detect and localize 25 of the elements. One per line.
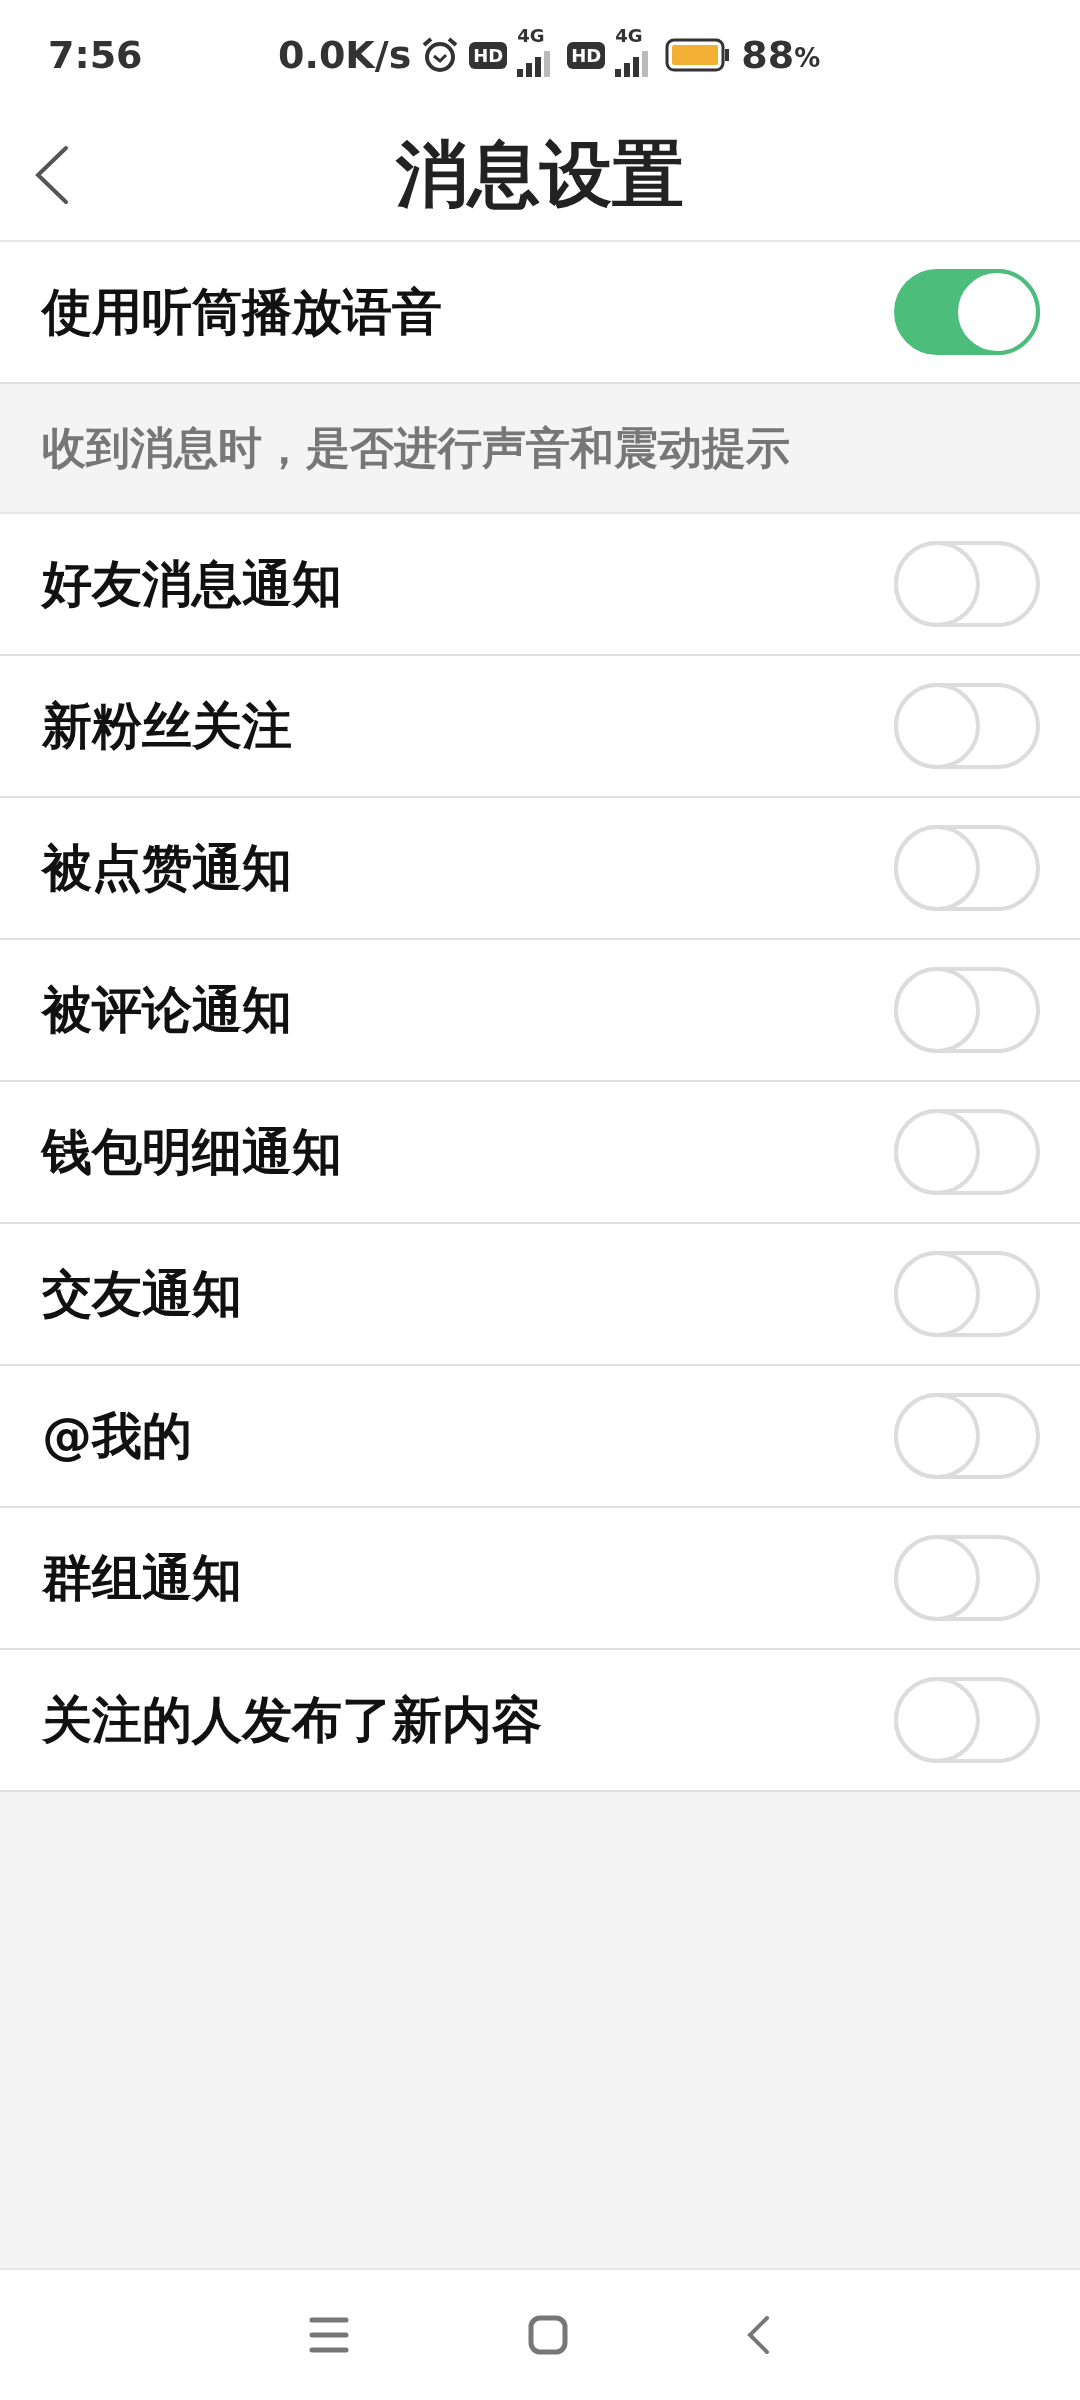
section-note: 收到消息时，是否进行声音和震动提示 (42, 420, 790, 475)
home-button[interactable] (528, 2315, 568, 2355)
setting-label: 好友消息通知 (42, 553, 342, 615)
setting-label: 使用听筒播放语音 (42, 281, 442, 343)
hd-badge: HD (469, 41, 508, 69)
page-title: 消息设置 (396, 131, 684, 218)
battery-icon (665, 38, 732, 72)
setting-label: 新粉丝关注 (42, 695, 292, 757)
setting-label: 钱包明细通知 (42, 1121, 342, 1183)
network-type: 4G (615, 25, 643, 46)
setting-label: 关注的人发布了新内容 (42, 1689, 542, 1751)
network-type: 4G (517, 25, 545, 46)
setting-label: 群组通知 (42, 1547, 242, 1609)
back-button[interactable] (746, 2315, 771, 2355)
setting-label: @我的 (42, 1405, 192, 1467)
alarm-clock-icon (421, 36, 460, 74)
setting-label: 交友通知 (42, 1263, 242, 1325)
menu-button[interactable] (309, 2317, 350, 2353)
hd-badge: HD (567, 41, 606, 69)
network-speed: 0.0K/s (278, 33, 412, 77)
setting-label: 被评论通知 (42, 979, 292, 1041)
setting-label: 被点赞通知 (42, 837, 292, 899)
percent-sign: % (794, 43, 821, 73)
battery-percentage: 88 (741, 33, 795, 77)
time: 7:56 (48, 33, 144, 77)
